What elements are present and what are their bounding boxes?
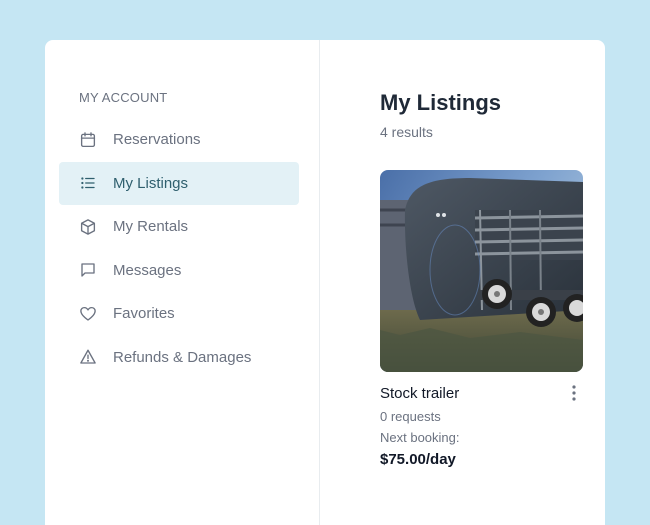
message-icon bbox=[79, 261, 97, 279]
sidebar: MY ACCOUNT Reservations My Listings My R… bbox=[45, 40, 320, 525]
sidebar-item-label: Reservations bbox=[113, 131, 201, 149]
page-title: My Listings bbox=[380, 90, 502, 115]
list-icon bbox=[79, 174, 97, 192]
main-content: My Listings 4 results Stock trailer 0 re… bbox=[320, 40, 605, 525]
calendar-icon bbox=[79, 131, 97, 149]
sidebar-item-label: Messages bbox=[113, 261, 182, 279]
listing-photo[interactable] bbox=[380, 170, 583, 372]
cube-icon bbox=[79, 218, 97, 236]
result-count: 4 results bbox=[380, 124, 433, 140]
sidebar-heading: MY ACCOUNT bbox=[79, 90, 168, 105]
sidebar-item-messages[interactable]: Messages bbox=[59, 249, 299, 293]
sidebar-item-reservations[interactable]: Reservations bbox=[59, 118, 299, 162]
sidebar-item-label: Favorites bbox=[113, 305, 175, 323]
page-background: MY ACCOUNT Reservations My Listings My R… bbox=[0, 0, 650, 525]
warning-icon bbox=[79, 348, 97, 366]
sidebar-nav: Reservations My Listings My Rentals Mess… bbox=[45, 118, 319, 379]
sidebar-item-my-rentals[interactable]: My Rentals bbox=[59, 205, 299, 249]
sidebar-item-label: Refunds & Damages bbox=[113, 348, 252, 366]
more-options-icon[interactable] bbox=[565, 384, 583, 402]
sidebar-item-label: My Rentals bbox=[113, 218, 189, 236]
listing-next-booking: Next booking: bbox=[380, 430, 460, 445]
sidebar-item-favorites[interactable]: Favorites bbox=[59, 292, 299, 336]
sidebar-item-refunds-damages[interactable]: Refunds & Damages bbox=[59, 336, 299, 380]
listing-requests: 0 requests bbox=[380, 409, 441, 424]
sidebar-item-label: My Listings bbox=[113, 174, 189, 192]
listing-title[interactable]: Stock trailer bbox=[380, 385, 459, 402]
sidebar-item-my-listings[interactable]: My Listings bbox=[59, 161, 299, 205]
listing-header: Stock trailer bbox=[380, 384, 583, 402]
account-panel: MY ACCOUNT Reservations My Listings My R… bbox=[45, 40, 605, 525]
listing-price: $75.00/day bbox=[380, 451, 456, 468]
heart-icon bbox=[79, 305, 97, 323]
listing-card[interactable]: Stock trailer 0 requests Next booking: $… bbox=[380, 170, 583, 468]
